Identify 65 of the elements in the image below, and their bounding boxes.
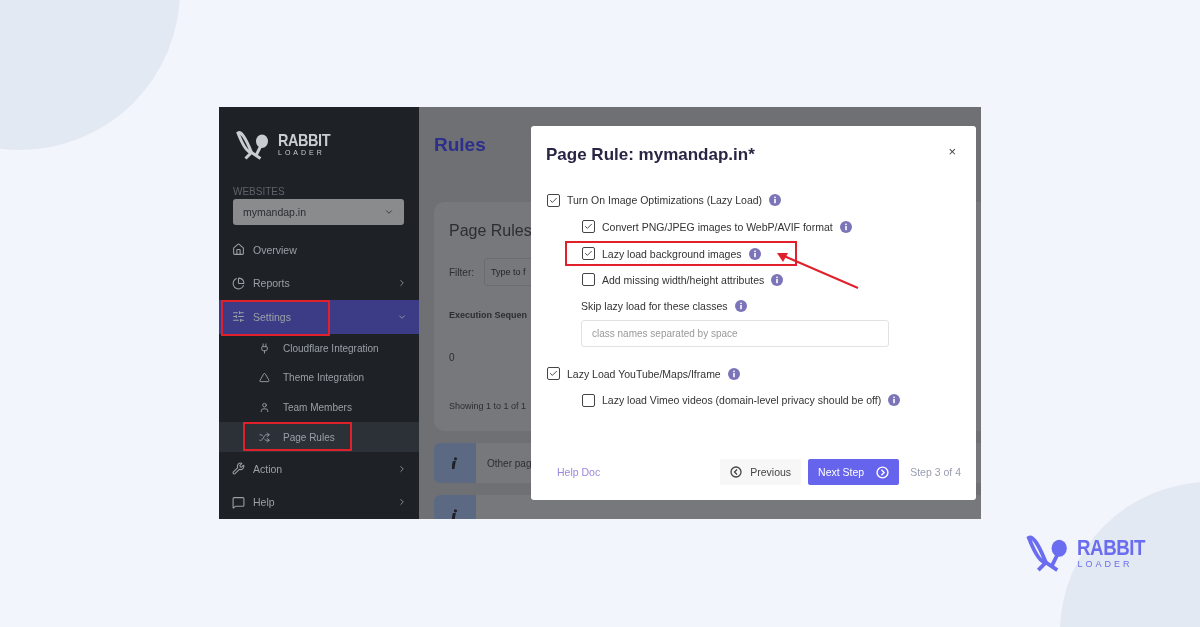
info-icon[interactable] <box>748 247 761 260</box>
home-icon <box>232 243 245 257</box>
notice-text: Other pag <box>487 457 532 469</box>
field-label: Skip lazy load for these classes <box>581 300 728 313</box>
info-icon <box>452 457 458 469</box>
filter-label: Filter: <box>449 266 474 278</box>
option-label: Lazy load background images <box>602 247 742 260</box>
info-icon <box>452 509 458 519</box>
checkbox[interactable] <box>582 247 595 260</box>
column-header: Execution Sequen <box>449 310 528 322</box>
option-label: Lazy load Vimeo videos (domain-level privacy should be off) <box>602 394 882 407</box>
info-icon[interactable] <box>727 367 740 380</box>
step-indicator: Step 3 of 4 <box>910 466 961 478</box>
settings-icon <box>232 310 245 324</box>
pie-chart-icon <box>232 276 245 290</box>
info-icon[interactable] <box>769 194 782 207</box>
previous-button[interactable]: Previous <box>720 459 802 485</box>
brand-name: RABBIT <box>1077 536 1146 559</box>
table-footer: Showing 1 to 1 of 1 <box>449 401 527 411</box>
next-step-button[interactable]: Next Step <box>808 459 900 485</box>
checkbox[interactable] <box>547 367 560 381</box>
option-label: Convert PNG/JPEG images to WebP/AVIF format <box>602 220 833 233</box>
sidebar-item[interactable]: Reports <box>219 266 419 300</box>
sidebar-item[interactable]: Overview <box>219 232 419 267</box>
submenu-item[interactable]: Cloudflare Integration <box>219 333 419 364</box>
option-label: Lazy Load YouTube/Maps/Iframe <box>567 367 721 380</box>
checkbox[interactable] <box>582 393 595 407</box>
wrench-icon <box>232 462 245 476</box>
help-doc-link[interactable]: Help Doc <box>557 466 721 478</box>
check-icon <box>549 369 558 379</box>
check-icon <box>584 222 593 232</box>
check-icon <box>584 249 593 258</box>
info-icon[interactable] <box>771 273 784 286</box>
option-label: Add missing width/height attributes <box>602 273 765 286</box>
info-icon[interactable] <box>839 220 852 233</box>
logo-name: RABBIT <box>278 132 331 149</box>
checkbox[interactable] <box>582 220 595 234</box>
submenu-item[interactable]: Theme Integration <box>219 363 419 393</box>
submenu-item[interactable]: Team Members <box>219 392 419 423</box>
user-icon <box>259 402 270 413</box>
shuffle-icon <box>259 431 270 443</box>
chevron-left-circle-icon <box>730 466 743 478</box>
chat-icon <box>232 495 245 509</box>
websites-label: WEBSITES <box>233 186 286 198</box>
website-select[interactable]: mymandap.in <box>233 199 404 226</box>
dialog-title: Page Rule: mymandap.in* <box>546 145 755 165</box>
checkbox[interactable] <box>582 273 595 287</box>
table-cell: 0 <box>449 352 455 363</box>
option-label: Turn On Image Optimizations (Lazy Load) <box>567 194 763 207</box>
page-title: Rules <box>434 134 486 156</box>
close-button[interactable]: × <box>948 144 956 159</box>
classes-input-field[interactable]: class names separated by space <box>581 319 889 347</box>
plug-icon <box>259 342 270 354</box>
brand-tagline: LOADER <box>1077 558 1134 570</box>
chevron-right-circle-icon <box>876 465 890 479</box>
checkbox[interactable] <box>547 193 560 207</box>
submenu-item[interactable]: Page Rules <box>219 422 419 452</box>
sidebar-item[interactable]: Help <box>219 485 419 519</box>
card-title: Page Rules <box>449 222 532 240</box>
info-icon[interactable] <box>888 394 901 407</box>
triangle-icon <box>259 372 270 384</box>
check-icon <box>549 195 558 205</box>
sidebar-item[interactable]: Settings <box>219 300 419 334</box>
info-icon[interactable] <box>734 300 747 313</box>
sidebar-item[interactable]: Action <box>219 451 419 486</box>
